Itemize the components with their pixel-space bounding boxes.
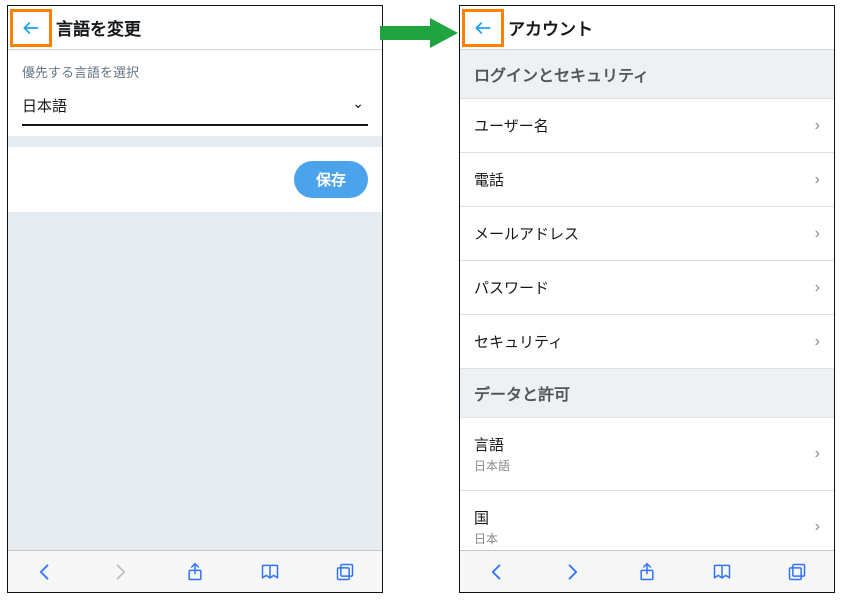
row-label: 電話 (474, 169, 504, 190)
chevron-right-icon: › (815, 171, 820, 189)
chevron-right-icon: › (815, 117, 820, 135)
nav-forward-button (109, 561, 131, 583)
chevron-right-icon: › (815, 518, 820, 536)
row-country[interactable]: 国 日本 › (460, 491, 834, 550)
share-button[interactable] (636, 561, 658, 583)
row-label: メールアドレス (474, 223, 579, 244)
arrow-left-icon (473, 18, 493, 38)
content: 優先する言語を選択 日本語 ⌄ 保存 (8, 50, 382, 550)
row-email[interactable]: メールアドレス › (460, 207, 834, 261)
share-button[interactable] (184, 561, 206, 583)
transition-arrow-icon (380, 18, 458, 48)
chevron-right-icon: › (815, 445, 820, 463)
content: ログインとセキュリティ ユーザー名 › 電話 › メールアドレス › パスワード… (460, 50, 834, 550)
page-title: アカウント (508, 15, 593, 40)
empty-area (8, 212, 382, 550)
nav-back-button[interactable] (486, 561, 508, 583)
section-header-data: データと許可 (460, 369, 834, 418)
row-label: 言語 (474, 434, 510, 455)
back-button[interactable] (10, 9, 52, 47)
screen-language: 言語を変更 優先する言語を選択 日本語 ⌄ 保存 (7, 5, 383, 593)
language-label: 優先する言語を選択 (22, 62, 368, 81)
row-label: セキュリティ (474, 331, 563, 352)
row-label: 国 (474, 507, 498, 528)
nav-forward-button[interactable] (561, 561, 583, 583)
chevron-down-icon: ⌄ (352, 95, 364, 112)
chevron-right-icon: › (815, 279, 820, 297)
row-phone[interactable]: 電話 › (460, 153, 834, 207)
row-language[interactable]: 言語 日本語 › (460, 418, 834, 491)
page-title: 言語を変更 (56, 15, 141, 40)
chevron-right-icon: › (815, 333, 820, 351)
section-header-login: ログインとセキュリティ (460, 50, 834, 99)
tabs-button[interactable] (786, 561, 808, 583)
arrow-left-icon (21, 18, 41, 38)
browser-toolbar (8, 550, 382, 592)
row-username[interactable]: ユーザー名 › (460, 99, 834, 153)
row-label: パスワード (474, 277, 549, 298)
screen-account: アカウント ログインとセキュリティ ユーザー名 › 電話 › メールアドレス ›… (459, 5, 835, 593)
chevron-right-icon: › (815, 225, 820, 243)
language-select[interactable]: 日本語 ⌄ (22, 89, 368, 126)
nav-back-button[interactable] (34, 561, 56, 583)
tabs-button[interactable] (334, 561, 356, 583)
bookmarks-button[interactable] (259, 561, 281, 583)
language-section: 優先する言語を選択 日本語 ⌄ (8, 50, 382, 137)
row-password[interactable]: パスワード › (460, 261, 834, 315)
header: 言語を変更 (8, 6, 382, 50)
row-sub: 日本語 (474, 457, 510, 474)
row-security[interactable]: セキュリティ › (460, 315, 834, 369)
bookmarks-button[interactable] (711, 561, 733, 583)
save-button[interactable]: 保存 (294, 161, 368, 198)
language-value: 日本語 (22, 98, 67, 115)
save-row: 保存 (8, 137, 382, 212)
header: アカウント (460, 6, 834, 50)
back-button[interactable] (462, 9, 504, 47)
row-sub: 日本 (474, 530, 498, 547)
browser-toolbar (460, 550, 834, 592)
row-label: ユーザー名 (474, 115, 549, 136)
